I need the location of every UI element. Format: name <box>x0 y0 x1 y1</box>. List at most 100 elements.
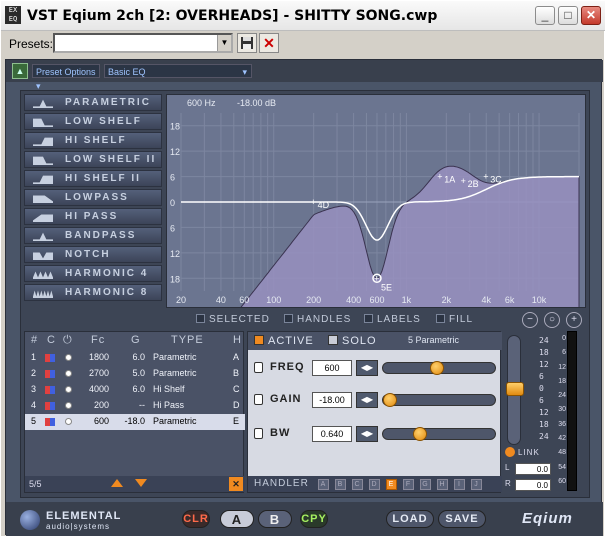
save-preset-button[interactable] <box>237 33 257 53</box>
lock-icon[interactable] <box>254 362 263 373</box>
output-fader[interactable] <box>506 335 524 445</box>
row-g[interactable]: 5.0 <box>117 368 145 378</box>
filter-type-harmonic-8[interactable]: HARMONIC 8 <box>24 284 162 301</box>
bw-slider-knob[interactable] <box>413 427 427 441</box>
load-button[interactable]: LOAD <box>386 510 434 528</box>
band-handle[interactable]: + <box>483 172 488 182</box>
handler-button-i[interactable]: I <box>454 479 465 490</box>
chevron-down-icon[interactable]: ▼ <box>217 35 231 51</box>
handler-button-c[interactable]: C <box>352 479 363 490</box>
row-g[interactable]: 6.0 <box>117 352 145 362</box>
handles-toggle[interactable]: HANDLES <box>284 314 351 325</box>
row-fc[interactable]: 200 <box>75 400 109 410</box>
title-bar[interactable]: EX EQ VST Eqium 2ch [2: OVERHEADS] - SHI… <box>1 1 605 31</box>
handler-button-e[interactable]: E <box>386 479 397 490</box>
freq-input[interactable]: 600 <box>312 360 352 376</box>
row-fc[interactable]: 2700 <box>75 368 109 378</box>
fill-toggle[interactable]: FILL <box>436 314 473 325</box>
output-left-value[interactable]: 0.0 <box>515 463 551 475</box>
handler-button-d[interactable]: D <box>369 479 380 490</box>
move-down-icon[interactable] <box>135 479 147 487</box>
active-toggle[interactable]: ACTIVE <box>254 335 314 347</box>
minimize-button[interactable]: _ <box>535 6 555 25</box>
phase-icon[interactable] <box>45 386 55 394</box>
filter-type-notch[interactable]: NOTCH <box>24 246 162 263</box>
bw-input[interactable]: 0.640 <box>312 426 352 442</box>
row-type[interactable]: Hi Shelf <box>153 384 185 394</box>
save-button[interactable]: SAVE <box>438 510 486 528</box>
filter-type-harmonic-4[interactable]: HARMONIC 4 <box>24 265 162 282</box>
a-button[interactable]: A <box>220 510 254 528</box>
table-row[interactable]: 5 600 -18.0 Parametric E <box>25 414 245 430</box>
b-button[interactable]: B <box>258 510 292 528</box>
gain-slider-knob[interactable] <box>383 393 397 407</box>
handler-button-f[interactable]: F <box>403 479 414 490</box>
lock-icon[interactable] <box>254 394 263 405</box>
preset-select[interactable]: Basic EQ ▾ <box>104 64 252 78</box>
lock-icon[interactable] <box>254 428 263 439</box>
plugin-menu-icon[interactable]: ▲ <box>12 63 28 79</box>
row-fc[interactable]: 600 <box>75 416 109 426</box>
row-g[interactable]: 6.0 <box>117 384 145 394</box>
power-icon[interactable] <box>65 386 72 393</box>
solo-checkbox[interactable] <box>328 335 338 345</box>
selected-checkbox[interactable] <box>196 314 205 323</box>
power-icon[interactable] <box>65 370 72 377</box>
output-right-value[interactable]: 0.0 <box>515 479 551 491</box>
freq-stepper[interactable]: ◀▶ <box>356 360 378 376</box>
filter-type-low-shelf[interactable]: LOW SHELF <box>24 113 162 130</box>
phase-icon[interactable] <box>45 402 55 410</box>
labels-checkbox[interactable] <box>364 314 373 323</box>
eq-graph[interactable]: 18 12 6 0 6 12 18 20 40 60 100 200 400 600 1k 2k 4k 6k 10k… <box>166 94 586 308</box>
phase-icon[interactable] <box>45 354 55 362</box>
move-up-icon[interactable] <box>111 479 123 487</box>
solo-toggle[interactable]: SOLO <box>328 335 377 347</box>
phase-icon[interactable] <box>45 418 55 426</box>
filter-type-hi-shelf-ii[interactable]: HI SHELF II <box>24 170 162 187</box>
output-fader-knob[interactable] <box>506 382 524 396</box>
filter-type-bandpass[interactable]: BANDPASS <box>24 227 162 244</box>
bw-stepper[interactable]: ◀▶ <box>356 426 378 442</box>
clr-button[interactable]: CLR <box>182 510 210 528</box>
table-row[interactable]: 2 2700 5.0 Parametric B <box>25 366 245 382</box>
row-type[interactable]: Parametric <box>153 416 197 426</box>
row-g[interactable]: -- <box>117 400 145 410</box>
handler-button-g[interactable]: G <box>420 479 431 490</box>
freq-slider-knob[interactable] <box>430 361 444 375</box>
handler-button-j[interactable]: J <box>471 479 482 490</box>
handler-button-a[interactable]: A <box>318 479 329 490</box>
delete-band-icon[interactable]: ✕ <box>229 477 243 491</box>
band-handle[interactable]: + <box>461 176 466 186</box>
gain-input[interactable]: -18.00 <box>312 392 352 408</box>
handler-button-b[interactable]: B <box>335 479 346 490</box>
power-icon[interactable] <box>65 418 72 425</box>
link-toggle[interactable]: LINK <box>505 447 565 461</box>
table-row[interactable]: 4 200 -- Hi Pass D <box>25 398 245 414</box>
zoom-out-icon[interactable]: − <box>522 312 538 328</box>
handles-checkbox[interactable] <box>284 314 293 323</box>
active-checkbox[interactable] <box>254 335 264 345</box>
eq-graph-svg[interactable]: 1812606121820 40 60 100 200 400 600 1k 2k 4k 6k 10k… <box>167 95 586 308</box>
row-type[interactable]: Parametric <box>153 352 197 362</box>
table-row[interactable]: 1 1800 6.0 Parametric A <box>25 350 245 366</box>
row-type[interactable]: Parametric <box>153 368 197 378</box>
handler-button-h[interactable]: H <box>437 479 448 490</box>
labels-toggle[interactable]: LABELS <box>364 314 421 325</box>
row-fc[interactable]: 1800 <box>75 352 109 362</box>
filter-type-hi-shelf[interactable]: HI SHELF <box>24 132 162 149</box>
gain-slider[interactable] <box>382 393 496 407</box>
bw-slider[interactable] <box>382 427 496 441</box>
close-button[interactable]: ✕ <box>581 6 601 25</box>
phase-icon[interactable] <box>45 370 55 378</box>
preset-options-menu[interactable]: Preset Options ▾ <box>32 64 100 91</box>
table-row[interactable]: 3 4000 6.0 Hi Shelf C <box>25 382 245 398</box>
row-type[interactable]: Hi Pass <box>153 400 184 410</box>
gain-stepper[interactable]: ◀▶ <box>356 392 378 408</box>
filter-type-low-shelf-ii[interactable]: LOW SHELF II <box>24 151 162 168</box>
filter-type-hi-pass[interactable]: HI PASS <box>24 208 162 225</box>
selected-toggle[interactable]: SELECTED <box>196 314 270 325</box>
row-fc[interactable]: 4000 <box>75 384 109 394</box>
filter-type-parametric[interactable]: PARAMETRIC <box>24 94 162 111</box>
presets-combo[interactable]: ▼ <box>53 33 233 53</box>
delete-preset-button[interactable]: ✕ <box>259 33 279 53</box>
